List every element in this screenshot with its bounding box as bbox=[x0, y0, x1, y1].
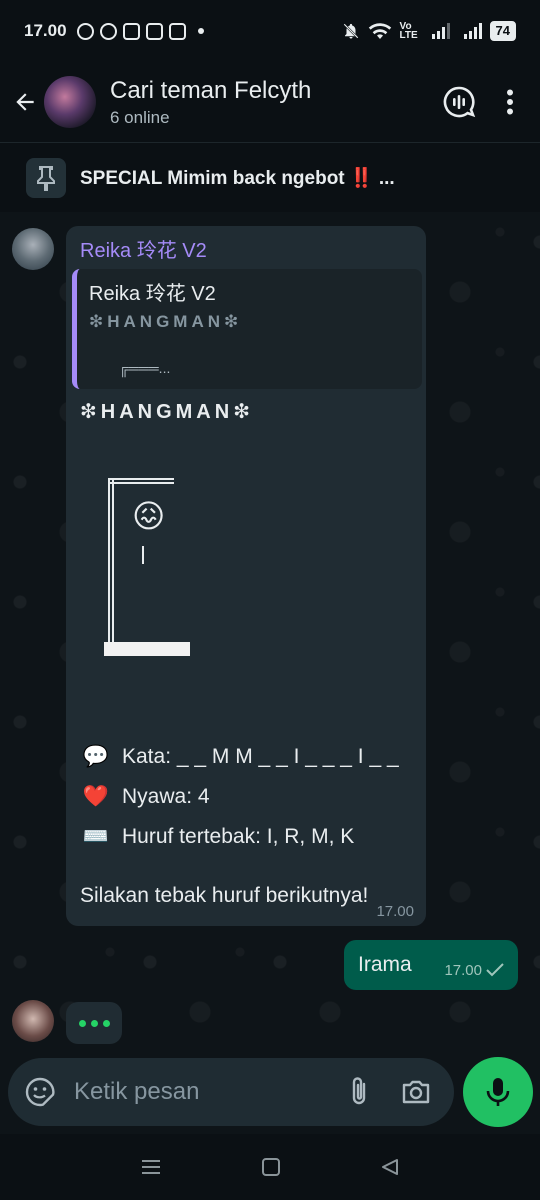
sticker-icon[interactable] bbox=[24, 1076, 56, 1108]
outgoing-message[interactable]: Irama 17.00 bbox=[344, 940, 518, 990]
prompt-text: Silakan tebak huruf berikutnya! bbox=[80, 884, 369, 907]
group-info[interactable]: Cari teman Felcyth 6 online bbox=[110, 77, 311, 128]
notification-icons bbox=[76, 22, 204, 40]
gallows-post bbox=[108, 478, 114, 648]
instagram-notif-icon bbox=[145, 22, 163, 40]
camera-icon[interactable] bbox=[400, 1078, 432, 1106]
discord-notif-icon bbox=[122, 22, 140, 40]
signal-icon-1 bbox=[431, 23, 450, 39]
speech-bubble-icon: 💬 bbox=[82, 745, 110, 768]
online-count: 6 online bbox=[110, 107, 170, 127]
whatsapp-notif-icon bbox=[76, 22, 94, 40]
quoted-message[interactable]: Reika 玲花 V2 ❇HANGMAN❇ ╔═══... bbox=[72, 269, 422, 389]
chat-notif-icon bbox=[99, 22, 117, 40]
gallows-base bbox=[104, 642, 190, 656]
lives-line: ❤️ Nyawa: 4 bbox=[80, 780, 412, 814]
pin-icon bbox=[26, 157, 66, 198]
back-arrow-icon[interactable] bbox=[10, 87, 40, 117]
status-bar: 17.00 Vo LTE 74 bbox=[0, 0, 540, 62]
guessed-line: ⌨️ Huruf tertebak: I, R, M, K bbox=[80, 820, 412, 854]
typing-indicator bbox=[66, 1002, 122, 1044]
lives-text: Nyawa: 4 bbox=[122, 785, 210, 808]
pinned-emoji: ‼️ bbox=[349, 167, 374, 189]
hangman-drawing: 😖 bbox=[80, 434, 412, 734]
system-nav-bar bbox=[0, 1134, 540, 1200]
keyboard-icon: ⌨️ bbox=[82, 825, 110, 848]
mic-button[interactable] bbox=[463, 1057, 533, 1127]
outgoing-text: Irama bbox=[358, 953, 412, 976]
more-notif-dot bbox=[197, 28, 204, 34]
heart-icon: ❤️ bbox=[82, 785, 110, 808]
chat-area[interactable]: Reika 玲花 V2 Reika 玲花 V2 ❇HANGMAN❇ ╔═══..… bbox=[0, 212, 540, 1054]
mic-icon bbox=[486, 1078, 510, 1106]
incoming-message[interactable]: Reika 玲花 V2 Reika 玲花 V2 ❇HANGMAN❇ ╔═══..… bbox=[66, 226, 426, 926]
wifi-icon bbox=[368, 23, 391, 39]
typing-dot bbox=[102, 1019, 110, 1027]
hangman-title: ❇HANGMAN❇ bbox=[80, 401, 254, 423]
attach-icon[interactable] bbox=[348, 1076, 370, 1108]
back-nav-icon[interactable] bbox=[380, 1157, 400, 1177]
sender-avatar[interactable] bbox=[12, 228, 54, 270]
word-line: 💬 Kata: _ _ M M _ _ I _ _ _ I _ _ bbox=[80, 740, 412, 774]
more-options-icon[interactable] bbox=[506, 89, 514, 115]
message-input-bar[interactable]: Ketik pesan bbox=[8, 1058, 454, 1126]
pinned-message-bar[interactable]: SPECIAL Mimim back ngebot ‼️ ... bbox=[0, 142, 540, 212]
composer: Ketik pesan bbox=[0, 1054, 540, 1134]
quote-text: ❇HANGMAN❇ bbox=[89, 312, 243, 331]
guessed-text: Huruf tertebak: I, R, M, K bbox=[122, 825, 355, 848]
chat-header: Cari teman Felcyth 6 online bbox=[0, 62, 540, 142]
sent-check-icon bbox=[486, 963, 504, 977]
incoming-time: 17.00 bbox=[376, 903, 414, 920]
pinned-text: SPECIAL Mimim back ngebot ‼️ ... bbox=[80, 166, 395, 190]
outgoing-time: 17.00 bbox=[444, 961, 482, 979]
typing-dot bbox=[90, 1019, 98, 1027]
volte-label: Vo LTE bbox=[399, 21, 418, 41]
pinned-ellipsis: ... bbox=[378, 167, 395, 189]
sender-name[interactable]: Reika 玲花 V2 bbox=[80, 234, 412, 263]
home-icon[interactable] bbox=[261, 1157, 281, 1177]
hangman-body bbox=[142, 546, 144, 564]
quote-snippet: ╔═══... bbox=[119, 360, 171, 376]
hangman-face-emoji: 😖 bbox=[132, 498, 166, 534]
battery-indicator: 74 bbox=[489, 21, 516, 41]
group-avatar[interactable] bbox=[44, 76, 96, 128]
signal-icon-2 bbox=[463, 23, 482, 39]
gallows-beam bbox=[108, 478, 174, 484]
quote-author: Reika 玲花 V2 bbox=[89, 283, 216, 305]
outgoing-meta: 17.00 bbox=[444, 952, 504, 979]
pinned-text-body: SPECIAL Mimim back ngebot bbox=[80, 167, 345, 189]
typing-user-avatar[interactable] bbox=[12, 1000, 54, 1042]
group-title: Cari teman Felcyth bbox=[110, 76, 312, 104]
voice-chat-icon[interactable] bbox=[442, 85, 476, 119]
message-input-placeholder[interactable]: Ketik pesan bbox=[74, 1078, 199, 1106]
typing-dot bbox=[78, 1019, 86, 1027]
mute-icon bbox=[342, 23, 359, 39]
word-text: Kata: _ _ M M _ _ I _ _ _ I _ _ bbox=[122, 745, 399, 768]
recent-apps-icon[interactable] bbox=[140, 1158, 162, 1176]
instagram-notif-icon-2 bbox=[168, 22, 186, 40]
status-time: 17.00 bbox=[24, 21, 67, 40]
